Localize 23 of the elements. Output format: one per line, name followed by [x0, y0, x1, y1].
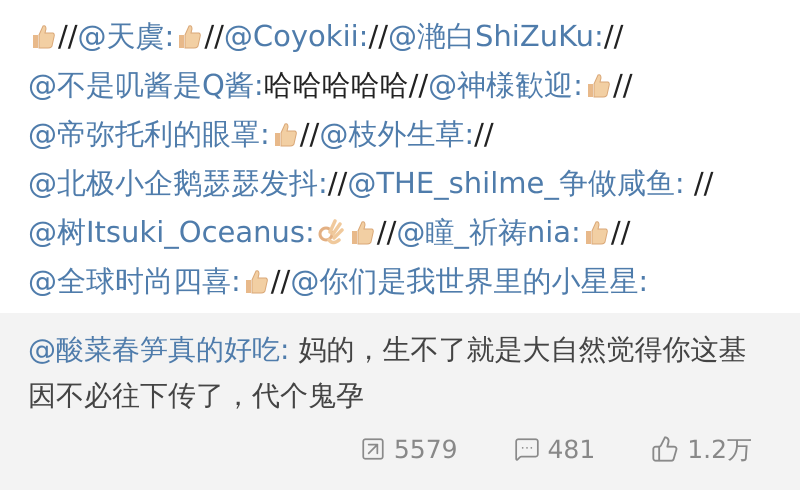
- mention-link[interactable]: @北极小企鹅瑟瑟发抖:: [28, 166, 328, 200]
- mention-link[interactable]: @全球时尚四喜:: [28, 264, 241, 298]
- original-post-text: @酸菜春笋真的好吃: 妈的，生不了就是大自然觉得你这基因不必往下传了，代个鬼孕: [28, 332, 748, 414]
- mention-link[interactable]: @帝弥托利的眼罩:: [28, 117, 270, 151]
- mention-link[interactable]: @THE_shilme_争做咸鱼:: [347, 166, 685, 200]
- comment-icon: [514, 436, 540, 462]
- mention-link[interactable]: @滟白ShiZuKu:: [388, 19, 604, 53]
- mention-link[interactable]: @瞳_祈祷nia:: [396, 215, 581, 249]
- mention-link[interactable]: @枝外生草:: [319, 117, 474, 151]
- ok-hand-icon: [316, 218, 345, 246]
- mention-link[interactable]: @树Itsuki_Oceanus:: [28, 215, 315, 249]
- like-icon: [651, 435, 680, 464]
- mention-link[interactable]: @神様歓迎:: [428, 68, 583, 102]
- author-link[interactable]: @酸菜春笋真的好吃:: [28, 333, 290, 366]
- mention-link[interactable]: @Coyokii:: [224, 19, 368, 53]
- repost-button[interactable]: 5579: [360, 430, 458, 468]
- mention-link[interactable]: @你们是我世界里的小星星:: [290, 264, 648, 298]
- comment-button[interactable]: 481: [514, 430, 596, 468]
- share-icon: [360, 436, 386, 462]
- mention-link[interactable]: @不是叽酱是Q酱:: [28, 68, 264, 102]
- repost-chain: //@天虞: //@Coyokii://@滟白ShiZuKu:// @不是叽酱是Q酱:哈哈哈哈哈//@神様歓迎: // @帝弥托利的眼罩: //@枝外生草:// @北极小企鹅瑟瑟发抖://@THE_shilme_争做咸鱼: // @树Itsuki_Oceanus: //@瞳_祈祷nia: // @全球时尚四喜: //@你们是我世界里的小星星:: [27, 18, 714, 300]
- mention-link[interactable]: @天虞:: [78, 19, 174, 53]
- like-button[interactable]: 1.2万: [651, 430, 752, 468]
